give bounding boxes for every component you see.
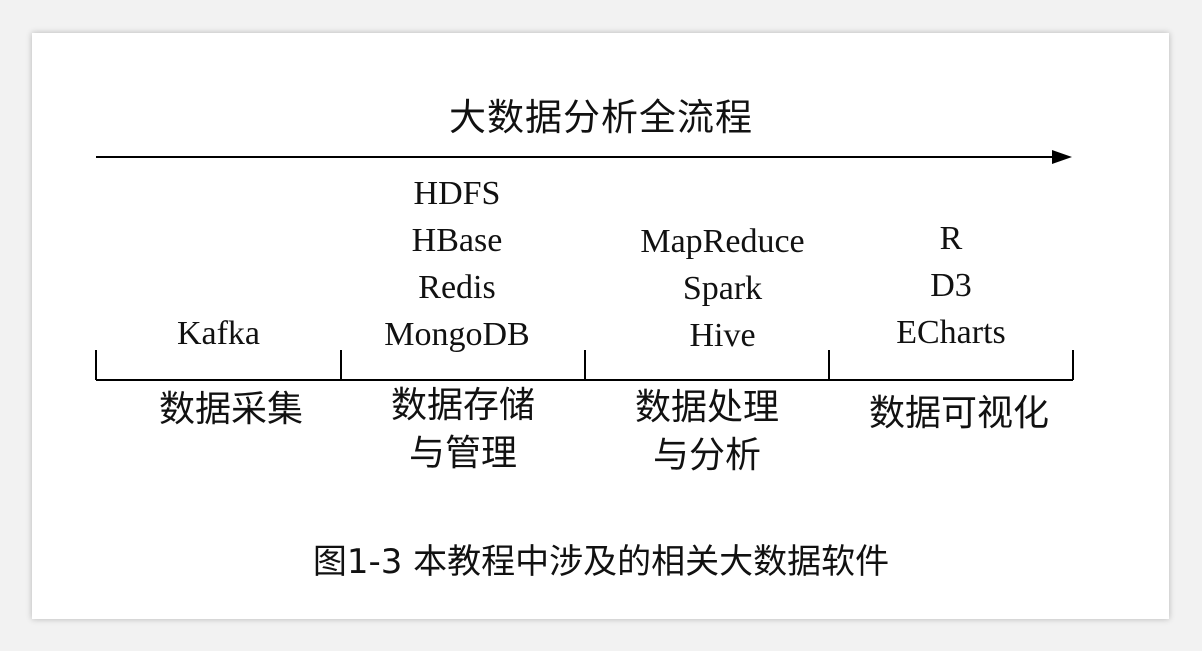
tool-name: Hive [689, 317, 756, 354]
stage-collection-tools: Kafka [96, 310, 341, 357]
stage-storage-tools: HDFS HBase Redis MongoDB [341, 170, 573, 358]
tool-name: MapReduce [640, 223, 805, 260]
tool-name: ECharts [896, 314, 1006, 351]
stage-visualization-label: 数据可视化 [868, 393, 1049, 434]
tool-name: Kafka [176, 315, 261, 352]
tool-name: HBase [411, 222, 503, 259]
stage-processing-label: 数据处理 与分析 [634, 387, 779, 476]
tool-name: R [939, 220, 963, 257]
tool-name: Redis [418, 269, 496, 306]
stage-storage-label: 数据存储 与管理 [390, 385, 535, 474]
tool-name: MongoDB [384, 316, 530, 353]
tool-name: HDFS [413, 175, 501, 212]
figure-caption: 图1-3 本教程中涉及的相关大数据软件 [312, 542, 890, 582]
tool-name: Spark [682, 270, 763, 307]
stage-visualization-tools: R D3 ECharts [829, 215, 1073, 356]
tool-name: D3 [930, 267, 972, 304]
stage-collection-label: 数据采集 [158, 389, 303, 430]
flow-arrow-head [1052, 150, 1072, 164]
stage-processing-tools: MapReduce Spark Hive [600, 218, 845, 359]
